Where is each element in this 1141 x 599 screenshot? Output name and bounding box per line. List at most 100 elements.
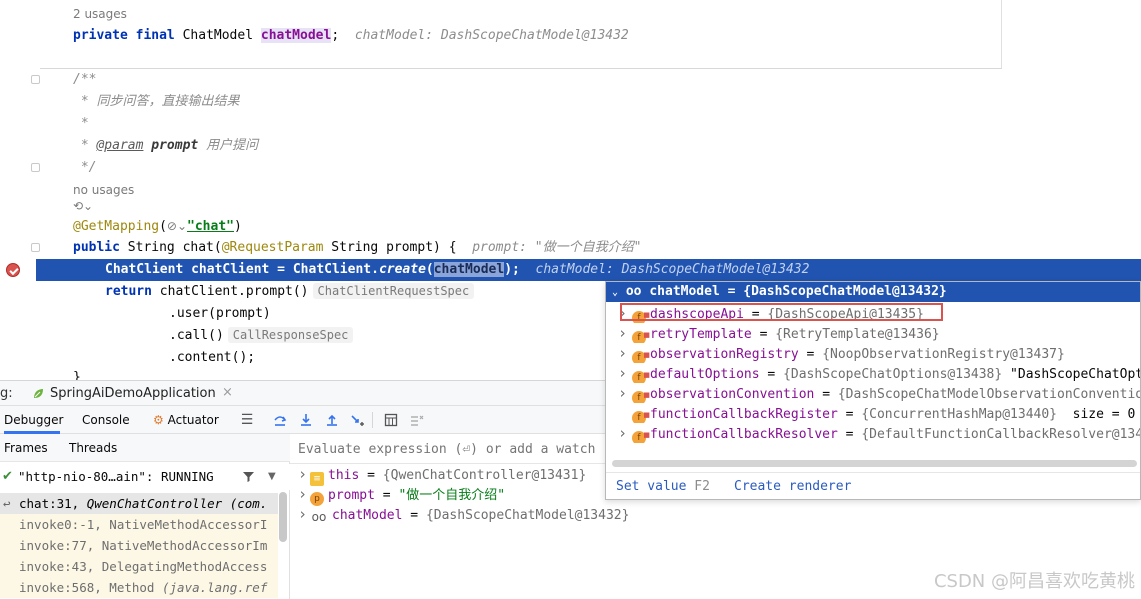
type-hint: ChatClientRequestSpec	[312, 283, 475, 299]
fold-toggle-javadoc-end[interactable]	[31, 163, 40, 172]
execution-inline-value: chatModel: DashScopeChatModel@13432	[535, 262, 810, 277]
filter-icon[interactable]	[242, 464, 255, 490]
fold-toggle-method[interactable]	[31, 243, 40, 252]
variable-row[interactable]: › oo chatModel = {DashScopeChatModel@13432…	[298, 504, 629, 524]
field-name: functionCallbackResolver	[650, 427, 838, 442]
step-out-icon[interactable]	[324, 413, 340, 427]
return-statement: return chatClient.prompt() ChatClientRequ…	[105, 281, 475, 303]
run-config-tab[interactable]: SpringAiDemoApplication	[50, 386, 216, 401]
popup-field-row[interactable]: › f ■ observationConvention = {DashScopeCha…	[606, 383, 1140, 403]
actuator-icon: ⚙	[153, 413, 164, 427]
tab-debugger[interactable]: Debugger	[4, 406, 63, 434]
chevron-right-icon[interactable]: ›	[618, 323, 632, 343]
chevron-right-icon[interactable]: ›	[298, 464, 310, 484]
tab-console[interactable]: Console	[82, 406, 130, 434]
evaluate-expression-input[interactable]	[290, 434, 610, 464]
chevron-down-icon[interactable]: ⌄	[612, 287, 618, 298]
lock-icon: ■	[643, 371, 650, 379]
field-usages-hint[interactable]: 2 usages	[73, 3, 127, 25]
stack-frame[interactable]: ↩ chat:31, QwenChatController (com.	[0, 493, 278, 514]
stack-frame[interactable]: invoke0:-1, NativeMethodAccessorI	[0, 514, 278, 535]
variable-row[interactable]: › p prompt = "做一个自我介绍"	[298, 484, 505, 506]
prompt-inline-value: prompt: "做一个自我介绍"	[472, 240, 642, 255]
equals-sign: =	[837, 407, 862, 422]
menu-icon[interactable]: ☰	[239, 413, 255, 427]
lock-icon: ■	[643, 411, 650, 419]
stack-frame[interactable]: invoke:43, DelegatingMethodAccess	[0, 556, 278, 577]
call-call: .call() CallResponseSpec	[169, 325, 354, 347]
editor-gutter[interactable]	[0, 0, 40, 380]
run-to-cursor-icon[interactable]	[350, 413, 366, 427]
equals-sign: =	[374, 488, 399, 503]
field-value: {NoopObservationRegistry@13437}	[822, 347, 1065, 362]
debug-tool-window-header: g: SpringAiDemoApplication ×	[0, 380, 605, 406]
tab-threads[interactable]: Threads	[69, 441, 117, 455]
step-over-icon[interactable]	[272, 413, 288, 427]
variable-row[interactable]: › ≡ this = {QwenChatController@13431}	[298, 464, 586, 486]
chevron-right-icon[interactable]: ›	[618, 343, 632, 363]
popup-title[interactable]: ⌄ oo chatModel = {DashScopeChatModel@134…	[606, 282, 1140, 302]
chevron-right-icon[interactable]: ›	[618, 363, 632, 383]
right-margin-guide	[1001, 0, 1002, 68]
field-icon: f ■	[632, 371, 650, 383]
chevron-right-icon[interactable]: ›	[618, 383, 632, 403]
stack-frame[interactable]: invoke:77, NativeMethodAccessorIm	[0, 535, 278, 556]
mapping-path[interactable]: "chat"	[187, 219, 234, 234]
web-endpoint-icon[interactable]: ⊘⌄	[167, 219, 187, 233]
popup-field-row[interactable]: › f ■ retryTemplate = {RetryTemplate@13436}	[606, 323, 1140, 343]
set-value-link[interactable]: Set value F2	[616, 479, 710, 494]
variable-name: this	[328, 468, 360, 483]
leaf-spacer	[618, 403, 632, 423]
field-icon: f ■	[632, 391, 650, 403]
lock-icon: ■	[643, 331, 650, 339]
thread-selector[interactable]: ✔ "http-nio-80…ain": RUNNING ▼	[0, 464, 290, 490]
frame-method: invoke0:-1, NativeMethodAccessorI	[19, 517, 268, 532]
field-icon: f ■	[632, 411, 650, 423]
field-name: functionCallbackRegister	[650, 407, 838, 422]
value-inspector-popup: ⌄ oo chatModel = {DashScopeChatModel@134…	[605, 281, 1141, 500]
annotation-gutter-icon[interactable]: ⟲⌄	[73, 197, 93, 215]
field-name: defaultOptions	[650, 367, 760, 382]
chevron-right-icon[interactable]: ›	[618, 423, 632, 443]
field-extra: size = 0	[1057, 407, 1136, 422]
popup-field-row[interactable]: f ■ functionCallbackRegister = {Concurrent…	[606, 403, 1140, 423]
popup-field-row[interactable]: › f ■ observationRegistry = {NoopObservatio…	[606, 343, 1140, 363]
chevron-right-icon[interactable]: ›	[298, 504, 310, 524]
javadoc-blank: *	[73, 116, 89, 131]
field-declaration: private final ChatModel chatModel; chatM…	[73, 28, 629, 43]
selected-expression[interactable]: chatModel	[433, 262, 505, 277]
close-brace: }	[73, 370, 81, 380]
breakpoint-icon[interactable]	[6, 263, 20, 277]
popup-horizontal-scrollbar[interactable]	[612, 460, 1137, 467]
chevron-right-icon[interactable]: ›	[298, 484, 310, 504]
frames-scrollbar[interactable]	[279, 492, 287, 542]
field-value: {DashScopeChatOptions@13438}	[783, 367, 1003, 382]
tab-frames[interactable]: Frames	[4, 441, 48, 455]
evaluate-expression-icon[interactable]	[383, 413, 399, 427]
popup-field-row[interactable]: › f ■ defaultOptions = {DashScopeChatOption…	[606, 363, 1140, 383]
equals-sign: =	[759, 367, 784, 382]
field-name[interactable]: chatModel	[260, 28, 332, 43]
popup-field-row[interactable]: › f ■ functionCallbackResolver = {DefaultFu…	[606, 423, 1141, 443]
highlight-box	[620, 303, 943, 321]
stack-frame[interactable]: invoke:568, Method (java.lang.ref	[0, 577, 278, 598]
generate-icon[interactable]: ⟲⌄	[73, 199, 93, 213]
debugger-toolbar: Debugger Console ⚙ Actuator ☰	[0, 406, 605, 434]
frame-class: (java.lang.ref	[162, 580, 268, 595]
close-tab-icon[interactable]: ×	[222, 385, 233, 400]
trace-icon[interactable]	[409, 413, 425, 427]
spring-boot-icon	[32, 387, 45, 400]
step-into-icon[interactable]	[298, 413, 314, 427]
watermark: CSDN @阿昌喜欢吃黄桃	[933, 571, 1135, 592]
tab-actuator[interactable]: ⚙ Actuator	[153, 406, 219, 434]
javadoc-description: * 同步问答，直接输出结果	[73, 94, 240, 109]
create-renderer-link[interactable]: Create renderer	[734, 479, 851, 494]
chevron-down-icon[interactable]: ▼	[268, 464, 276, 490]
fold-toggle-javadoc[interactable]	[31, 75, 40, 84]
check-icon: ✔	[2, 469, 13, 484]
field-value: {DefaultFunctionCallbackResolver@134	[861, 427, 1141, 442]
execution-statement: ChatClient chatClient = ChatClient.creat…	[105, 262, 810, 277]
watch-icon: oo	[311, 510, 327, 524]
frame-method: chat:31,	[19, 496, 87, 511]
field-value: {RetryTemplate@13436}	[775, 327, 940, 342]
